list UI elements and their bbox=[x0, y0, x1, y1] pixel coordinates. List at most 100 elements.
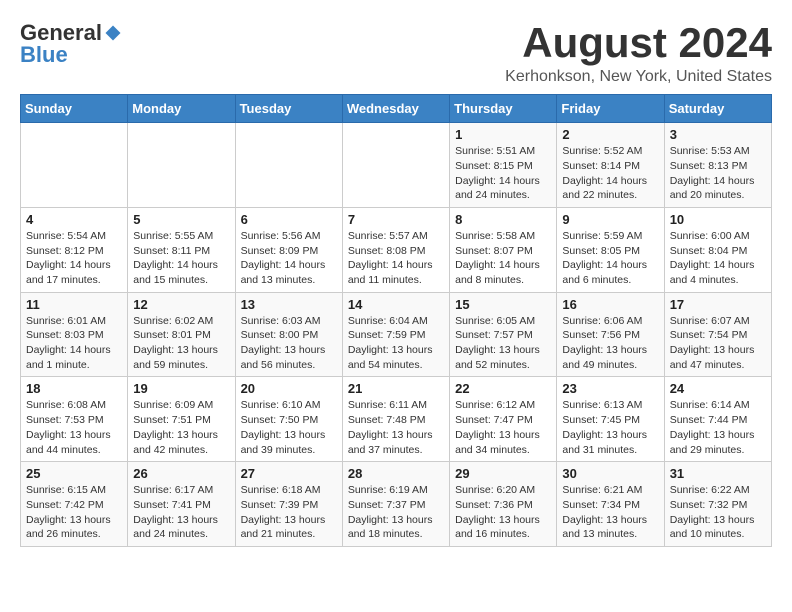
calendar-week-row: 4Sunrise: 5:54 AM Sunset: 8:12 PM Daylig… bbox=[21, 207, 772, 292]
calendar-cell: 29Sunrise: 6:20 AM Sunset: 7:36 PM Dayli… bbox=[450, 462, 557, 547]
day-number: 29 bbox=[455, 466, 551, 481]
day-info: Sunrise: 6:21 AM Sunset: 7:34 PM Dayligh… bbox=[562, 483, 658, 542]
calendar-cell: 23 Sunrise: 6:13 AM Sunset: 7:45 PM Dayli… bbox=[557, 377, 664, 462]
day-info: Sunrise: 5:51 AM Sunset: 8:15 PM Dayligh… bbox=[455, 144, 551, 203]
calendar-cell: 14 Sunrise: 6:04 AM Sunset: 7:59 PM Dayli… bbox=[342, 292, 449, 377]
logo-blue-text: Blue bbox=[20, 42, 68, 67]
day-number: 28 bbox=[348, 466, 444, 481]
calendar-cell: 9 Sunrise: 5:59 AM Sunset: 8:05 PM Daylig… bbox=[557, 207, 664, 292]
calendar-cell: 17 Sunrise: 6:07 AM Sunset: 7:54 PM Dayli… bbox=[664, 292, 771, 377]
day-number: 26 bbox=[133, 466, 229, 481]
day-number: 24 bbox=[670, 381, 766, 396]
calendar-cell: 24Sunrise: 6:14 AM Sunset: 7:44 PM Dayli… bbox=[664, 377, 771, 462]
day-info: Sunrise: 6:11 AM Sunset: 7:48 PM Dayligh… bbox=[348, 398, 444, 457]
calendar-cell: 25 Sunrise: 6:15 AM Sunset: 7:42 PM Dayli… bbox=[21, 462, 128, 547]
day-info: Sunrise: 5:56 AM Sunset: 8:09 PM Dayligh… bbox=[241, 229, 337, 288]
title-block: August 2024 Kerhonkson, New York, United… bbox=[505, 20, 772, 86]
day-number: 19 bbox=[133, 381, 229, 396]
day-info: Sunrise: 5:53 AM Sunset: 8:13 PM Dayligh… bbox=[670, 144, 766, 203]
calendar-cell: 5 Sunrise: 5:55 AM Sunset: 8:11 PM Daylig… bbox=[128, 207, 235, 292]
day-number: 22 bbox=[455, 381, 551, 396]
day-number: 31 bbox=[670, 466, 766, 481]
day-number: 10 bbox=[670, 212, 766, 227]
calendar-cell: 1 Sunrise: 5:51 AM Sunset: 8:15 PM Daylig… bbox=[450, 123, 557, 208]
day-number: 17 bbox=[670, 297, 766, 312]
day-info: Sunrise: 6:01 AM Sunset: 8:03 PM Dayligh… bbox=[26, 314, 122, 373]
day-info: Sunrise: 5:57 AM Sunset: 8:08 PM Dayligh… bbox=[348, 229, 444, 288]
logo: General Blue bbox=[20, 20, 122, 68]
calendar-cell: 12 Sunrise: 6:02 AM Sunset: 8:01 PM Dayli… bbox=[128, 292, 235, 377]
day-number: 23 bbox=[562, 381, 658, 396]
page-header: General Blue August 2024 Kerhonkson, New… bbox=[20, 20, 772, 86]
day-number: 12 bbox=[133, 297, 229, 312]
day-info: Sunrise: 6:18 AM Sunset: 7:39 PM Dayligh… bbox=[241, 483, 337, 542]
day-info: Sunrise: 5:55 AM Sunset: 8:11 PM Dayligh… bbox=[133, 229, 229, 288]
calendar-cell: 7Sunrise: 5:57 AM Sunset: 8:08 PM Daylig… bbox=[342, 207, 449, 292]
day-number: 4 bbox=[26, 212, 122, 227]
day-number: 11 bbox=[26, 297, 122, 312]
day-info: Sunrise: 6:03 AM Sunset: 8:00 PM Dayligh… bbox=[241, 314, 337, 373]
day-info: Sunrise: 6:13 AM Sunset: 7:45 PM Dayligh… bbox=[562, 398, 658, 457]
day-info: Sunrise: 5:59 AM Sunset: 8:05 PM Dayligh… bbox=[562, 229, 658, 288]
day-number: 27 bbox=[241, 466, 337, 481]
calendar-cell: 27 Sunrise: 6:18 AM Sunset: 7:39 PM Dayli… bbox=[235, 462, 342, 547]
calendar-cell: 28 Sunrise: 6:19 AM Sunset: 7:37 PM Dayli… bbox=[342, 462, 449, 547]
weekday-header: Friday bbox=[557, 95, 664, 123]
day-number: 14 bbox=[348, 297, 444, 312]
day-info: Sunrise: 6:06 AM Sunset: 7:56 PM Dayligh… bbox=[562, 314, 658, 373]
calendar-cell bbox=[128, 123, 235, 208]
calendar-cell: 30 Sunrise: 6:21 AM Sunset: 7:34 PM Dayli… bbox=[557, 462, 664, 547]
day-number: 3 bbox=[670, 127, 766, 142]
calendar-cell: 20 Sunrise: 6:10 AM Sunset: 7:50 PM Dayli… bbox=[235, 377, 342, 462]
day-number: 2 bbox=[562, 127, 658, 142]
day-number: 1 bbox=[455, 127, 551, 142]
calendar-cell: 11 Sunrise: 6:01 AM Sunset: 8:03 PM Dayli… bbox=[21, 292, 128, 377]
day-info: Sunrise: 6:17 AM Sunset: 7:41 PM Dayligh… bbox=[133, 483, 229, 542]
calendar-cell: 31 Sunrise: 6:22 AM Sunset: 7:32 PM Dayli… bbox=[664, 462, 771, 547]
calendar-cell: 8 Sunrise: 5:58 AM Sunset: 8:07 PM Daylig… bbox=[450, 207, 557, 292]
day-info: Sunrise: 6:19 AM Sunset: 7:37 PM Dayligh… bbox=[348, 483, 444, 542]
calendar-cell: 3 Sunrise: 5:53 AM Sunset: 8:13 PM Daylig… bbox=[664, 123, 771, 208]
day-info: Sunrise: 5:52 AM Sunset: 8:14 PM Dayligh… bbox=[562, 144, 658, 203]
day-info: Sunrise: 6:10 AM Sunset: 7:50 PM Dayligh… bbox=[241, 398, 337, 457]
day-info: Sunrise: 6:09 AM Sunset: 7:51 PM Dayligh… bbox=[133, 398, 229, 457]
calendar-week-row: 18Sunrise: 6:08 AM Sunset: 7:53 PM Dayli… bbox=[21, 377, 772, 462]
day-number: 13 bbox=[241, 297, 337, 312]
weekday-header: Thursday bbox=[450, 95, 557, 123]
calendar-cell: 18Sunrise: 6:08 AM Sunset: 7:53 PM Dayli… bbox=[21, 377, 128, 462]
calendar-cell: 22 Sunrise: 6:12 AM Sunset: 7:47 PM Dayli… bbox=[450, 377, 557, 462]
calendar-cell: 6 Sunrise: 5:56 AM Sunset: 8:09 PM Daylig… bbox=[235, 207, 342, 292]
day-info: Sunrise: 6:12 AM Sunset: 7:47 PM Dayligh… bbox=[455, 398, 551, 457]
day-info: Sunrise: 5:58 AM Sunset: 8:07 PM Dayligh… bbox=[455, 229, 551, 288]
day-number: 21 bbox=[348, 381, 444, 396]
calendar-cell: 15Sunrise: 6:05 AM Sunset: 7:57 PM Dayli… bbox=[450, 292, 557, 377]
calendar-cell bbox=[235, 123, 342, 208]
day-number: 20 bbox=[241, 381, 337, 396]
day-number: 18 bbox=[26, 381, 122, 396]
calendar-week-row: 11 Sunrise: 6:01 AM Sunset: 8:03 PM Dayli… bbox=[21, 292, 772, 377]
day-number: 9 bbox=[562, 212, 658, 227]
day-info: Sunrise: 6:00 AM Sunset: 8:04 PM Dayligh… bbox=[670, 229, 766, 288]
calendar-cell: 16Sunrise: 6:06 AM Sunset: 7:56 PM Dayli… bbox=[557, 292, 664, 377]
logo-icon bbox=[104, 24, 122, 42]
calendar-cell: 26 Sunrise: 6:17 AM Sunset: 7:41 PM Dayli… bbox=[128, 462, 235, 547]
calendar-cell bbox=[342, 123, 449, 208]
day-info: Sunrise: 6:04 AM Sunset: 7:59 PM Dayligh… bbox=[348, 314, 444, 373]
day-info: Sunrise: 6:05 AM Sunset: 7:57 PM Dayligh… bbox=[455, 314, 551, 373]
day-number: 25 bbox=[26, 466, 122, 481]
calendar-cell: 19 Sunrise: 6:09 AM Sunset: 7:51 PM Dayli… bbox=[128, 377, 235, 462]
calendar-table: SundayMondayTuesdayWednesdayThursdayFrid… bbox=[20, 94, 772, 547]
day-info: Sunrise: 6:22 AM Sunset: 7:32 PM Dayligh… bbox=[670, 483, 766, 542]
weekday-header: Tuesday bbox=[235, 95, 342, 123]
day-number: 30 bbox=[562, 466, 658, 481]
day-number: 6 bbox=[241, 212, 337, 227]
day-number: 8 bbox=[455, 212, 551, 227]
day-number: 5 bbox=[133, 212, 229, 227]
day-info: Sunrise: 6:15 AM Sunset: 7:42 PM Dayligh… bbox=[26, 483, 122, 542]
day-info: Sunrise: 6:02 AM Sunset: 8:01 PM Dayligh… bbox=[133, 314, 229, 373]
calendar-header-row: SundayMondayTuesdayWednesdayThursdayFrid… bbox=[21, 95, 772, 123]
calendar-week-row: 25 Sunrise: 6:15 AM Sunset: 7:42 PM Dayli… bbox=[21, 462, 772, 547]
day-info: Sunrise: 6:07 AM Sunset: 7:54 PM Dayligh… bbox=[670, 314, 766, 373]
calendar-cell bbox=[21, 123, 128, 208]
calendar-cell: 21 Sunrise: 6:11 AM Sunset: 7:48 PM Dayli… bbox=[342, 377, 449, 462]
